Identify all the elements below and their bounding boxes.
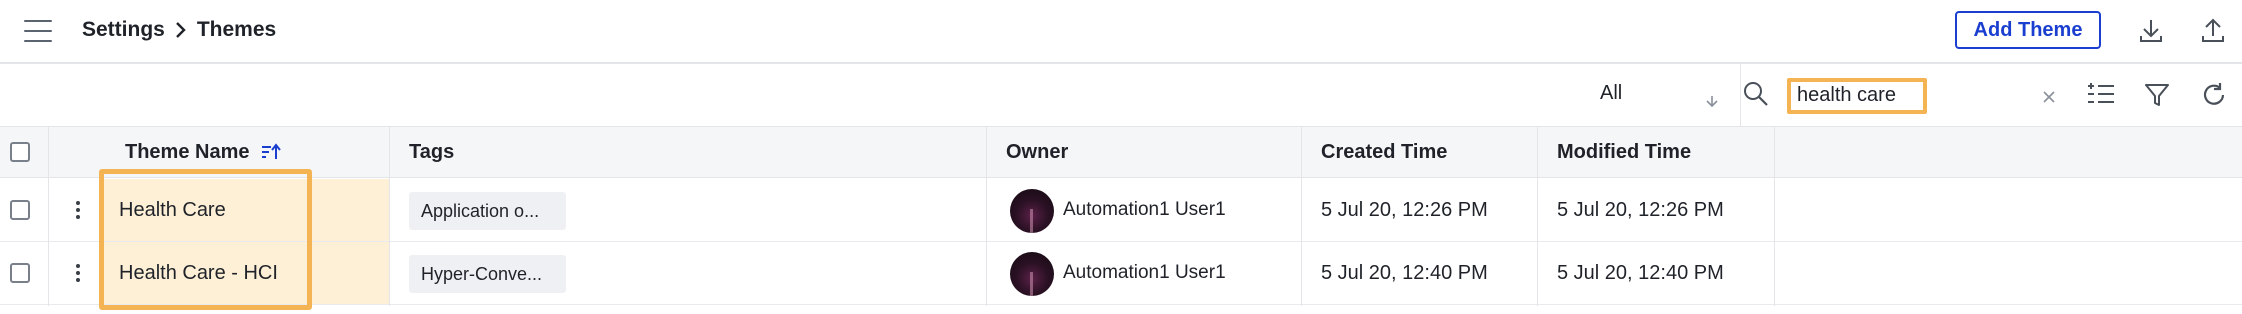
- row-actions-kebab-icon[interactable]: [76, 179, 86, 241]
- select-all-checkbox[interactable]: [10, 142, 30, 162]
- row-select-cell: [10, 179, 40, 241]
- filter-icon[interactable]: [2143, 81, 2171, 114]
- upload-icon[interactable]: [2198, 16, 2228, 46]
- annotation-highlight: [99, 169, 312, 310]
- column-divider[interactable]: [986, 127, 987, 306]
- refresh-icon[interactable]: [2200, 81, 2228, 114]
- chevron-down-icon[interactable]: [1705, 94, 1719, 112]
- table-header: Theme Name Tags Owner Created Time Modif…: [0, 127, 2242, 178]
- column-divider[interactable]: [1537, 127, 1538, 306]
- table-toolbar: All: [0, 64, 2242, 127]
- page-header: Settings Themes Add Theme: [0, 0, 2242, 64]
- sort-ascending-icon[interactable]: [260, 143, 282, 161]
- table-row[interactable]: Health Care - HCI Hyper-Conve... Automat…: [0, 242, 2242, 305]
- modified-time: 5 Jul 20, 12:40 PM: [1557, 261, 1724, 284]
- row-checkbox[interactable]: [10, 263, 30, 283]
- owner-name: Automation1 User1: [1063, 199, 1226, 220]
- search-input-wrapper: [1787, 78, 1927, 114]
- column-header-owner[interactable]: Owner: [1006, 127, 1256, 177]
- tag-chip[interactable]: Hyper-Conve...: [409, 255, 566, 293]
- search-input[interactable]: [1791, 82, 1917, 108]
- select-all-cell: [10, 127, 40, 177]
- column-divider[interactable]: [1301, 127, 1302, 306]
- column-divider[interactable]: [389, 127, 390, 306]
- row-select-cell: [10, 242, 40, 304]
- add-column-icon[interactable]: [2086, 81, 2116, 114]
- column-divider[interactable]: [1774, 127, 1775, 306]
- add-theme-button[interactable]: Add Theme: [1955, 11, 2101, 49]
- column-header-modified-time[interactable]: Modified Time: [1557, 127, 1787, 177]
- chevron-right-icon: [175, 21, 187, 39]
- column-divider: [48, 127, 49, 306]
- breadcrumb: Settings Themes: [82, 18, 276, 42]
- breadcrumb-themes: Themes: [196, 18, 277, 41]
- toolbar-divider: [1740, 64, 1741, 126]
- column-header-created-time[interactable]: Created Time: [1321, 127, 1551, 177]
- column-header-tags[interactable]: Tags: [409, 127, 659, 177]
- menu-icon[interactable]: [24, 20, 52, 42]
- row-checkbox[interactable]: [10, 200, 30, 220]
- created-time: 5 Jul 20, 12:26 PM: [1321, 198, 1488, 221]
- row-actions-kebab-icon[interactable]: [76, 242, 86, 304]
- owner-name: Automation1 User1: [1063, 262, 1226, 283]
- avatar: [1010, 189, 1054, 233]
- tag-chip[interactable]: Application o...: [409, 192, 566, 230]
- close-icon[interactable]: [2041, 89, 2057, 110]
- download-icon[interactable]: [2136, 16, 2166, 46]
- search-icon[interactable]: [1742, 80, 1770, 113]
- created-time: 5 Jul 20, 12:40 PM: [1321, 261, 1488, 284]
- avatar: [1010, 252, 1054, 296]
- table-row[interactable]: Health Care Application o... Automation1…: [0, 179, 2242, 242]
- breadcrumb-settings[interactable]: Settings: [82, 18, 165, 42]
- modified-time: 5 Jul 20, 12:26 PM: [1557, 198, 1724, 221]
- filter-select[interactable]: All: [1600, 82, 1622, 105]
